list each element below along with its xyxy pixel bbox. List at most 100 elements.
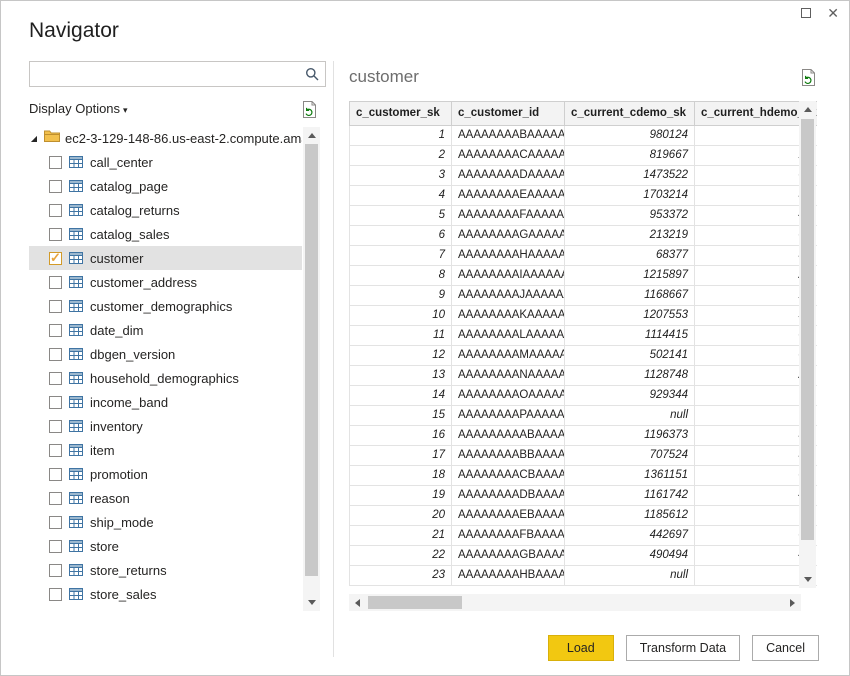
table-checkbox[interactable] <box>49 371 62 385</box>
cell-current-cdemo-sk: 68377 <box>564 245 695 266</box>
scroll-up-icon[interactable] <box>303 127 320 144</box>
transform-data-button[interactable]: Transform Data <box>625 635 741 661</box>
sidebar-scrollbar[interactable] <box>303 127 320 611</box>
sidebar-scrollbar-thumb[interactable] <box>305 144 318 576</box>
search-icon[interactable] <box>299 67 325 81</box>
table-row: 9 AAAAAAAAJAAAAAAA 1168667 14 <box>349 285 817 306</box>
table-icon <box>69 204 83 216</box>
table-checkbox[interactable] <box>49 563 62 577</box>
table-checkbox[interactable] <box>49 323 62 337</box>
sidebar-table-item[interactable]: reason <box>29 486 302 510</box>
table-checkbox[interactable] <box>49 467 62 481</box>
table-checkbox[interactable] <box>49 587 62 601</box>
cell-customer-sk: 17 <box>349 445 452 466</box>
cell-customer-sk: 5 <box>349 205 452 226</box>
scroll-right-icon[interactable] <box>784 594 801 611</box>
refresh-icon[interactable] <box>302 100 318 118</box>
cell-customer-sk: 19 <box>349 485 452 506</box>
sidebar-table-item[interactable]: item <box>29 438 302 462</box>
table-icon <box>69 156 83 168</box>
cell-customer-id: AAAAAAAACBAAAAAA <box>451 465 565 486</box>
maximize-icon[interactable] <box>801 8 812 18</box>
preview-vertical-scrollbar[interactable] <box>799 101 816 588</box>
cell-customer-sk: 3 <box>349 165 452 186</box>
table-header-row: c_customer_sk c_customer_id c_current_cd… <box>349 101 817 126</box>
scroll-down-icon[interactable] <box>303 594 320 611</box>
cell-customer-id: AAAAAAAAGBAAAAAA <box>451 545 565 566</box>
page-title: Navigator <box>29 19 119 42</box>
scroll-up-icon[interactable] <box>799 101 816 118</box>
sidebar-table-item[interactable]: store_returns <box>29 558 302 582</box>
cell-customer-sk: 2 <box>349 145 452 166</box>
table-checkbox[interactable] <box>49 155 62 169</box>
table-row: 10 AAAAAAAAKAAAAAAA 1207553 51 <box>349 305 817 326</box>
preview-hscroll-track[interactable] <box>366 594 784 611</box>
table-checkbox[interactable] <box>49 443 62 457</box>
scroll-down-icon[interactable] <box>799 571 816 588</box>
cell-customer-sk: 6 <box>349 225 452 246</box>
cell-customer-id: AAAAAAAAPAAAAAAA <box>451 405 565 426</box>
sidebar-table-item[interactable]: customer <box>29 246 302 270</box>
sidebar-table-item[interactable]: income_band <box>29 390 302 414</box>
sidebar-table-item[interactable]: inventory <box>29 414 302 438</box>
close-icon[interactable]: ✕ <box>827 6 839 20</box>
table-checkbox[interactable] <box>49 275 62 289</box>
table-checkbox[interactable] <box>49 419 62 433</box>
table-checkbox[interactable] <box>49 299 62 313</box>
table-icon <box>69 180 83 192</box>
load-button[interactable]: Load <box>547 635 614 661</box>
sidebar-table-item[interactable]: store <box>29 534 302 558</box>
table-item-label: call_center <box>90 154 153 170</box>
tree-expander-icon[interactable]: ◢ <box>29 134 39 143</box>
cell-current-cdemo-sk: 1185612 <box>564 505 695 526</box>
cell-customer-id: AAAAAAAAEAAAAAAA <box>451 185 565 206</box>
table-checkbox[interactable] <box>49 227 62 241</box>
sidebar-table-item[interactable]: call_center <box>29 150 302 174</box>
preview-hscroll-thumb[interactable] <box>368 596 462 609</box>
sidebar-table-item[interactable]: date_dim <box>29 318 302 342</box>
preview-vscroll-thumb[interactable] <box>801 119 814 541</box>
table-checkbox[interactable] <box>49 250 62 266</box>
table-icon <box>69 348 83 360</box>
scroll-left-icon[interactable] <box>349 594 366 611</box>
table-checkbox[interactable] <box>49 491 62 505</box>
cell-customer-id: AAAAAAAAKAAAAAAA <box>451 305 565 326</box>
sidebar-table-item[interactable]: promotion <box>29 462 302 486</box>
preview-horizontal-scrollbar[interactable] <box>349 594 801 611</box>
table-icon <box>69 300 83 312</box>
table-icon <box>69 564 83 576</box>
cell-customer-sk: 13 <box>349 365 452 386</box>
table-checkbox[interactable] <box>49 203 62 217</box>
sidebar-table-item[interactable]: catalog_returns <box>29 198 302 222</box>
table-item-label: store_sales <box>90 586 157 602</box>
tree-root-database[interactable]: ◢ ec2-3-129-148-86.us-east-2.compute.ama… <box>29 126 302 150</box>
table-checkbox[interactable] <box>49 347 62 361</box>
table-checkbox[interactable] <box>49 179 62 193</box>
options-row: Display Options ▾ <box>29 99 326 119</box>
sidebar-scrollbar-track[interactable] <box>303 144 320 594</box>
cell-customer-id: AAAAAAAAHAAAAAAA <box>451 245 565 266</box>
cell-current-cdemo-sk: 442697 <box>564 525 695 546</box>
table-item-label: customer <box>90 250 144 266</box>
refresh-preview-icon[interactable] <box>801 68 817 86</box>
cell-current-cdemo-sk: 1207553 <box>564 305 695 326</box>
table-row: 21 AAAAAAAAFBAAAAAA 442697 65 <box>349 525 817 546</box>
sidebar-table-item[interactable]: customer_address <box>29 270 302 294</box>
table-checkbox[interactable] <box>49 515 62 529</box>
table-checkbox[interactable] <box>49 395 62 409</box>
sidebar-table-item[interactable]: household_demographics <box>29 366 302 390</box>
table-item-label: date_dim <box>90 322 144 338</box>
table-row: 15 AAAAAAAAPAAAAAAA null <box>349 405 817 426</box>
sidebar-table-item[interactable]: customer_demographics <box>29 294 302 318</box>
table-checkbox[interactable] <box>49 539 62 553</box>
display-options-dropdown[interactable]: Display Options ▾ <box>29 100 128 118</box>
preview-vscroll-track[interactable] <box>799 118 816 571</box>
window-controls: ✕ <box>801 6 839 20</box>
search-input[interactable] <box>30 62 299 86</box>
sidebar-table-item[interactable]: catalog_page <box>29 174 302 198</box>
sidebar-table-item[interactable]: dbgen_version <box>29 342 302 366</box>
sidebar-table-item[interactable]: ship_mode <box>29 510 302 534</box>
sidebar-table-item[interactable]: store_sales <box>29 582 302 606</box>
cancel-button[interactable]: Cancel <box>752 635 819 661</box>
sidebar-table-item[interactable]: catalog_sales <box>29 222 302 246</box>
